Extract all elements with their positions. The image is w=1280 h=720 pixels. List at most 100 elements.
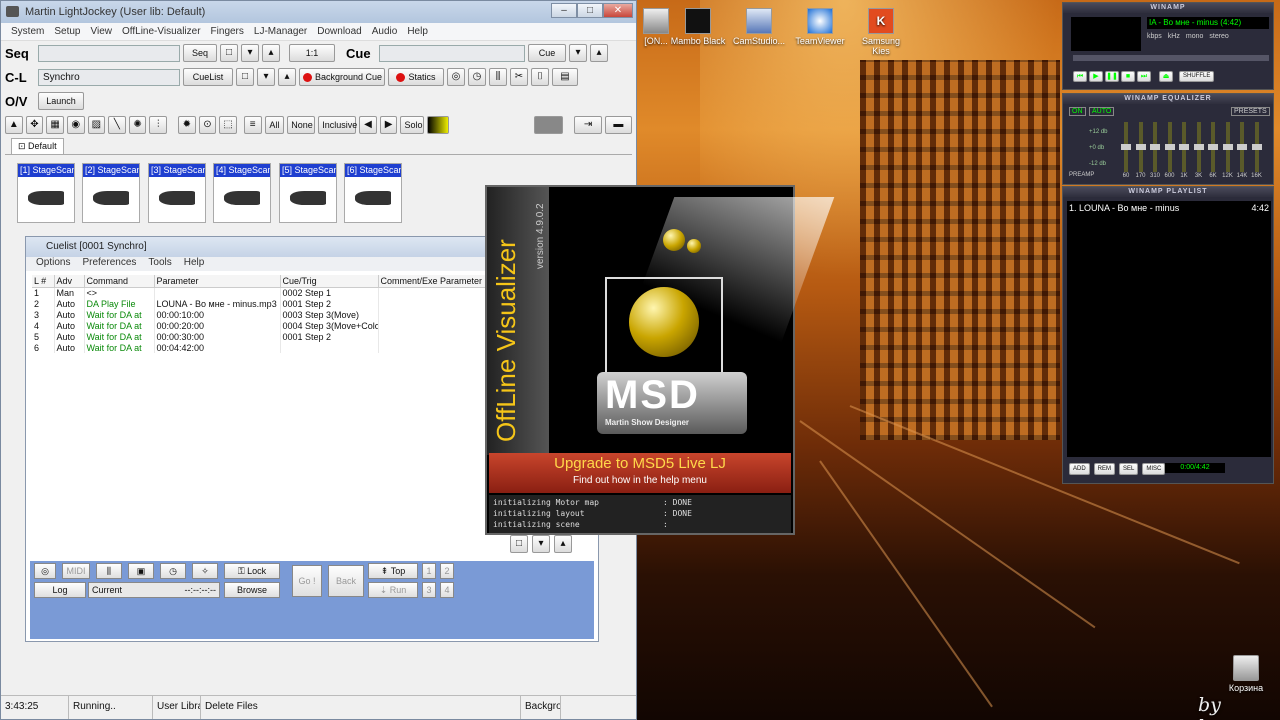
list-icon[interactable]: ≡ bbox=[243, 116, 262, 134]
cue-table-row[interactable]: 2 Auto DA Play File LOUNA - Во мне - minus.… bbox=[32, 298, 503, 309]
lock-button[interactable]: ⚿ Lock bbox=[224, 563, 280, 579]
upgrade-banner[interactable]: Upgrade to MSD5 Live LJ Find out how in … bbox=[489, 453, 791, 493]
fixture-5[interactable]: [5] StageScan bbox=[279, 163, 337, 223]
eq-auto-toggle[interactable]: AUTO bbox=[1089, 107, 1115, 116]
film-icon[interactable]: ▤ bbox=[552, 68, 578, 86]
background-cue-button[interactable]: Background Cue bbox=[299, 68, 385, 86]
eq-band-slider[interactable]: 6K bbox=[1208, 122, 1218, 182]
status-delete-files[interactable]: Delete Files bbox=[201, 696, 521, 719]
load-icon[interactable]: ▴ bbox=[262, 44, 280, 62]
fixture-1[interactable]: [1] StageScan bbox=[17, 163, 75, 223]
eject-icon[interactable]: ⏏ bbox=[1159, 71, 1173, 82]
next-track-icon[interactable]: ⏭ bbox=[1137, 71, 1151, 82]
menu-system[interactable]: System bbox=[11, 26, 44, 37]
cuelist-menu-options[interactable]: Options bbox=[36, 257, 70, 271]
eq-on-toggle[interactable]: ON bbox=[1069, 107, 1086, 116]
fixture-2[interactable]: [2] StageScan bbox=[82, 163, 140, 223]
menu-lj-manager[interactable]: LJ-Manager bbox=[254, 26, 307, 37]
eq-band-slider[interactable]: 310 bbox=[1150, 122, 1160, 182]
cuelist-menu-help[interactable]: Help bbox=[184, 257, 205, 271]
cuelist-menu-tools[interactable]: Tools bbox=[148, 257, 171, 271]
cuelist-menu-preferences[interactable]: Preferences bbox=[82, 257, 136, 271]
play-icon[interactable]: ▶ bbox=[1089, 71, 1103, 82]
top-button[interactable]: ⇞ Top bbox=[368, 563, 418, 579]
seq-button[interactable]: Seq bbox=[183, 44, 217, 62]
menu-offline-visualizer[interactable]: OffLine-Visualizer bbox=[122, 26, 201, 37]
clipboard-icon[interactable]: ▣ bbox=[128, 563, 154, 579]
prev-icon[interactable]: ◀ bbox=[359, 116, 377, 134]
desktop-icon-mambo-black[interactable]: Mambo Black bbox=[670, 8, 726, 46]
pl-add-button[interactable]: ADD bbox=[1069, 463, 1090, 475]
col-adv[interactable]: Adv bbox=[54, 275, 85, 288]
color-wheel-icon[interactable]: ✹ bbox=[178, 116, 196, 134]
faders-icon[interactable]: ⫶ bbox=[149, 116, 167, 134]
cue-slot-1[interactable]: 1 bbox=[422, 563, 436, 579]
save-icon[interactable]: ▾ bbox=[241, 44, 259, 62]
arrow-red-icon[interactable]: ⇥ bbox=[574, 116, 602, 134]
desktop-icon-samsung-kies[interactable]: K Samsung Kies bbox=[853, 8, 909, 56]
inclusive-button[interactable]: Inclusive bbox=[318, 116, 357, 134]
desktop-icon-camstudio[interactable]: CamStudio... bbox=[731, 8, 787, 46]
cue-table-row[interactable]: 4 Auto Wait for DA at 00:00:20:00 0004 Step … bbox=[32, 320, 503, 331]
run-button[interactable]: ⇣ Run bbox=[368, 582, 418, 598]
level-icon[interactable]: ▬ bbox=[604, 116, 633, 134]
effects-icon[interactable]: ✺ bbox=[128, 116, 147, 134]
tab-default[interactable]: ⊡ Default bbox=[11, 138, 64, 154]
fx-toggle-icon[interactable]: ◎ bbox=[34, 563, 56, 579]
eq-band-slider[interactable]: 170 bbox=[1135, 122, 1146, 182]
gobo-icon[interactable]: ◉ bbox=[66, 116, 85, 134]
pl-misc-button[interactable]: MISC bbox=[1142, 463, 1166, 475]
next-icon[interactable]: ▶ bbox=[379, 116, 398, 134]
col-parameter[interactable]: Parameter bbox=[154, 275, 281, 288]
back-button[interactable]: Back bbox=[328, 565, 364, 597]
cl-load-icon[interactable]: ▴ bbox=[278, 68, 296, 86]
menu-view[interactable]: View bbox=[90, 26, 112, 37]
cue-button[interactable]: Cue bbox=[528, 44, 566, 62]
eq-band-slider[interactable]: 60 bbox=[1121, 122, 1131, 182]
menu-setup[interactable]: Setup bbox=[54, 26, 80, 37]
cue-slot-2[interactable]: 2 bbox=[440, 563, 454, 579]
cl-up-icon[interactable]: ▴ bbox=[554, 535, 572, 553]
shuffle-button[interactable]: SHUFFLE bbox=[1179, 71, 1215, 82]
statics-button[interactable]: Statics bbox=[388, 68, 444, 86]
fx-icon[interactable]: ◎ bbox=[447, 68, 465, 86]
position-icon[interactable]: ✥ bbox=[25, 116, 44, 134]
menu-fingers[interactable]: Fingers bbox=[211, 26, 244, 37]
playlist-item[interactable]: 1. LOUNA - Во мне - minus 4:42 bbox=[1067, 201, 1271, 215]
cue-table-row[interactable]: 5 Auto Wait for DA at 00:00:30:00 0001 Step … bbox=[32, 331, 503, 342]
launch-button[interactable]: Launch bbox=[38, 92, 84, 110]
col-comment[interactable]: Comment/Exe Parameter bbox=[378, 275, 503, 288]
log-button[interactable]: Log bbox=[34, 582, 86, 598]
select-icon[interactable]: ⬚ bbox=[219, 116, 237, 134]
cue-table-row[interactable]: 6 Auto Wait for DA at 00:04:42:00 bbox=[32, 342, 503, 353]
cl-field[interactable]: Synchro bbox=[38, 68, 180, 86]
fixture-4[interactable]: [4] StageScan bbox=[213, 163, 271, 223]
recycle-bin[interactable]: Корзина bbox=[1218, 655, 1274, 693]
col-cue-trig[interactable]: Cue/Trig bbox=[280, 275, 379, 288]
minimize-button[interactable]: – bbox=[551, 3, 577, 18]
cue-save-icon[interactable]: ▾ bbox=[569, 44, 587, 62]
zoom-icon[interactable]: ⊙ bbox=[198, 116, 217, 134]
seek-bar[interactable] bbox=[1073, 55, 1269, 61]
fixture-3[interactable]: [3] StageScan bbox=[148, 163, 206, 223]
midi-button[interactable]: MIDI bbox=[62, 563, 90, 579]
cl-save-icon[interactable]: ▾ bbox=[257, 68, 275, 86]
cl-down-icon[interactable]: ▾ bbox=[532, 535, 550, 553]
cut-icon[interactable]: ✂ bbox=[510, 68, 528, 86]
cuelist-button[interactable]: CueList bbox=[183, 68, 233, 86]
beam-icon[interactable]: ╲ bbox=[108, 116, 126, 134]
browse-button[interactable]: Browse bbox=[224, 582, 280, 598]
menu-help[interactable]: Help bbox=[407, 26, 428, 37]
eq-band-slider[interactable]: 600 bbox=[1164, 122, 1175, 182]
stop-icon[interactable]: ■ bbox=[1121, 71, 1135, 82]
eq-band-slider[interactable]: 3K bbox=[1193, 122, 1204, 182]
prev-track-icon[interactable]: ⏮ bbox=[1073, 71, 1087, 82]
close-button[interactable]: ✕ bbox=[603, 3, 633, 18]
fixture-6[interactable]: [6] StageScan bbox=[344, 163, 402, 223]
preview-icon[interactable] bbox=[534, 116, 564, 134]
cl-add-icon[interactable]: □ bbox=[510, 535, 528, 553]
bars-icon[interactable]: ⫼ bbox=[96, 563, 122, 579]
eq-band-slider[interactable]: 16K bbox=[1251, 122, 1262, 182]
grid-icon[interactable]: ▦ bbox=[46, 116, 64, 134]
highlight-icon[interactable] bbox=[427, 116, 449, 134]
